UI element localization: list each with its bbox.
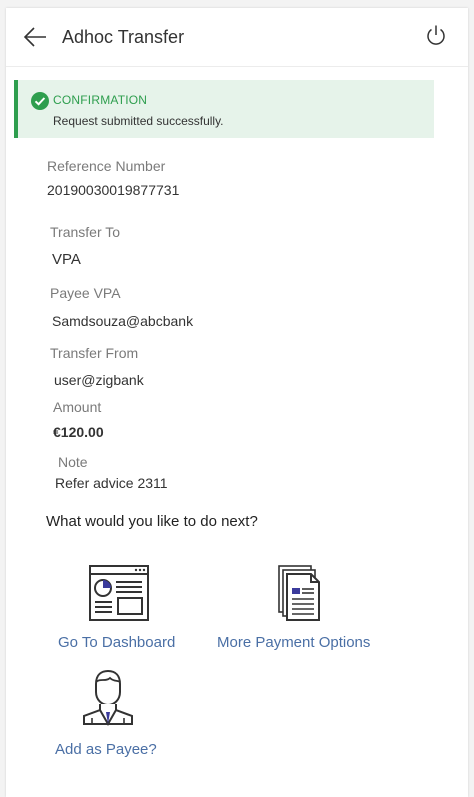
person-icon[interactable] [80, 668, 136, 726]
transfer-from-value: user@zigbank [54, 372, 144, 388]
payee-vpa-label: Payee VPA [50, 285, 121, 301]
reference-number-value: 20190030019877731 [47, 182, 180, 198]
next-steps-question: What would you like to do next? [46, 513, 258, 530]
app-header: Adhoc Transfer [6, 8, 468, 67]
check-circle-icon [31, 92, 49, 110]
transfer-to-value: VPA [52, 251, 81, 268]
page-title: Adhoc Transfer [62, 27, 185, 47]
transfer-confirmation-card: Adhoc Transfer CONFIRMATION Request subm… [6, 8, 468, 797]
payee-vpa-value: Samdsouza@abcbank [52, 313, 194, 329]
dashboard-icon[interactable] [88, 564, 150, 622]
document-icon[interactable] [277, 564, 323, 624]
confirmation-title: CONFIRMATION [53, 93, 148, 107]
go-to-dashboard-link[interactable]: Go To Dashboard [58, 634, 175, 651]
reference-number-label: Reference Number [47, 158, 166, 174]
amount-label: Amount [53, 399, 102, 415]
note-label: Note [58, 454, 88, 470]
transfer-to-label: Transfer To [50, 224, 121, 240]
confirmation-message: Request submitted successfully. [53, 114, 224, 128]
note-value: Refer advice 2311 [55, 475, 168, 491]
power-logout-icon[interactable] [424, 24, 448, 48]
add-as-payee-link[interactable]: Add as Payee? [55, 741, 157, 758]
more-payment-options-link[interactable]: More Payment Options [217, 634, 370, 651]
back-arrow-icon[interactable] [22, 24, 48, 50]
transfer-from-label: Transfer From [50, 345, 139, 361]
confirmation-banner: CONFIRMATION Request submitted successfu… [14, 80, 434, 138]
amount-value: €120.00 [53, 424, 104, 440]
